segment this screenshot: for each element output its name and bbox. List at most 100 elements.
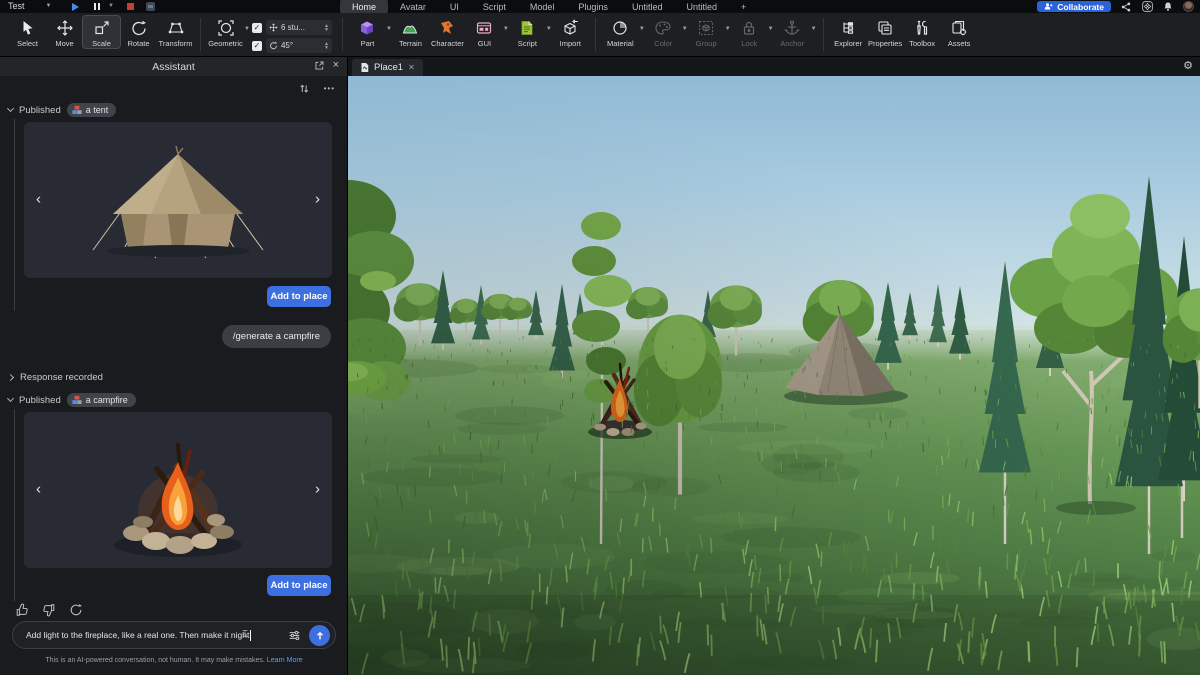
scale-tool-button[interactable]: Scale xyxy=(83,16,120,48)
place-tab[interactable]: Place1 ✕ xyxy=(352,59,423,76)
rotate-tool-button[interactable]: Rotate xyxy=(120,16,157,48)
snap-rotate-field[interactable]: 45° ▲▼ xyxy=(266,38,332,53)
user-message-bubble: /generate a campfire xyxy=(222,325,331,348)
menu-tab-script[interactable]: Script xyxy=(471,0,518,13)
lock-button: Lock xyxy=(731,16,768,48)
select-tool-button[interactable]: Select xyxy=(9,16,46,48)
more-options-icon[interactable]: ••• xyxy=(324,84,335,93)
import-button[interactable]: Import xyxy=(552,16,589,48)
template-gallery-icon[interactable] xyxy=(1141,1,1153,13)
thumbs-down-icon[interactable] xyxy=(42,603,56,617)
terrain-button[interactable]: Terrain xyxy=(392,16,429,48)
user-avatar[interactable] xyxy=(1183,1,1194,12)
snap-move-stepper[interactable]: ▲▼ xyxy=(324,24,329,32)
published-label: Published xyxy=(19,395,61,406)
assistant-title: Assistant xyxy=(152,61,195,73)
menu-tab-untitled-2[interactable]: Untitled xyxy=(674,0,729,13)
share-icon[interactable] xyxy=(1120,1,1132,13)
published-row-campfire[interactable]: Published a campfire xyxy=(8,393,136,407)
snap-move-field[interactable]: 6 stu... ▲▼ xyxy=(266,20,332,35)
ibeam-mouse-pointer: ⌶ xyxy=(242,629,248,640)
text-cursor xyxy=(250,630,251,641)
group-icon xyxy=(697,18,715,38)
properties-button[interactable]: Properties xyxy=(867,16,904,48)
pause-dropdown-icon[interactable]: ▼ xyxy=(108,3,114,9)
viewport-tab-bar: Place1 ✕ ⚙ xyxy=(348,57,1200,76)
gui-button[interactable]: GUI xyxy=(466,16,503,48)
add-to-place-button-campfire[interactable]: Add to place xyxy=(267,575,331,596)
toolbox-button[interactable]: Toolbox xyxy=(904,16,941,48)
anchor-icon xyxy=(783,18,801,38)
move-tool-button[interactable]: Move xyxy=(46,16,83,48)
viewport-settings-gear-icon[interactable]: ⚙ xyxy=(1183,59,1193,74)
thread-guide-line xyxy=(14,119,15,311)
popout-panel-icon[interactable] xyxy=(314,60,325,71)
campfire-preview-card: ‹ › xyxy=(24,412,332,568)
input-text: Add light to the fireplace, like a real … xyxy=(26,630,249,640)
close-icon[interactable]: × xyxy=(333,60,339,71)
notifications-bell-icon[interactable] xyxy=(1162,1,1174,13)
place-tab-label: Place1 xyxy=(374,62,403,73)
pause-button[interactable] xyxy=(94,3,100,10)
learn-more-link[interactable]: Learn More xyxy=(267,657,303,664)
transform-tool-button[interactable]: Transform xyxy=(157,16,194,48)
thumbs-up-icon[interactable] xyxy=(15,603,29,617)
menu-tabs: Home Avatar UI Script Model Plugins Unti… xyxy=(340,0,758,13)
carousel-next-button[interactable]: › xyxy=(315,191,320,208)
toolbar-ribbon: Select Move Scale Rotate Transform Geome… xyxy=(0,13,1200,57)
menu-tab-ui[interactable]: UI xyxy=(438,0,471,13)
group-dropdown-icon: ▼ xyxy=(725,16,731,32)
response-recorded-row[interactable]: Response recorded xyxy=(8,372,103,383)
rotate-icon xyxy=(130,18,148,38)
menu-tab-model[interactable]: Model xyxy=(518,0,567,13)
play-button[interactable] xyxy=(72,3,79,11)
toolbox-tools-icon xyxy=(913,18,931,38)
part-cube-icon xyxy=(358,18,376,38)
add-to-place-button-tent[interactable]: Add to place xyxy=(267,286,331,307)
carousel-next-button[interactable]: › xyxy=(315,481,320,498)
snap-move-checkbox[interactable]: ✓ xyxy=(252,23,262,33)
menu-tab-plugins[interactable]: Plugins xyxy=(566,0,620,13)
snap-rotate-checkbox[interactable]: ✓ xyxy=(252,41,262,51)
asset-chip-tent[interactable]: a tent xyxy=(67,103,117,117)
menu-tab-home[interactable]: Home xyxy=(340,0,388,13)
assets-button[interactable]: Assets xyxy=(941,16,978,48)
script-file-icon xyxy=(518,18,536,38)
material-dropdown-icon[interactable]: ▼ xyxy=(639,16,645,32)
script-dropdown-icon[interactable]: ▼ xyxy=(546,16,552,32)
collaborate-button[interactable]: Collaborate xyxy=(1037,1,1111,12)
menu-tab-add[interactable]: + xyxy=(729,0,758,13)
snap-rotate-stepper[interactable]: ▲▼ xyxy=(324,42,329,50)
close-tab-icon[interactable]: ✕ xyxy=(408,63,415,72)
tent-preview-image xyxy=(73,142,283,262)
history-sort-icon[interactable] xyxy=(298,82,310,95)
part-button[interactable]: Part xyxy=(349,16,386,48)
test-mode-dropdown[interactable]: Test ▼ xyxy=(8,1,51,11)
explorer-button[interactable]: Explorer xyxy=(830,16,867,48)
tent-preview-card: ‹ › xyxy=(24,122,332,278)
tune-sliders-icon[interactable] xyxy=(288,629,301,642)
stop-button[interactable] xyxy=(127,3,134,10)
gui-dropdown-icon[interactable]: ▼ xyxy=(503,16,509,32)
menu-tab-untitled-1[interactable]: Untitled xyxy=(620,0,675,13)
material-button[interactable]: Material xyxy=(602,16,639,48)
menu-tab-avatar[interactable]: Avatar xyxy=(388,0,438,13)
test-mode-label: Test xyxy=(8,1,25,11)
assistant-panel: Assistant × ••• Published a tent ‹ › xyxy=(0,57,348,675)
carousel-prev-button[interactable]: ‹ xyxy=(36,481,41,498)
asset-chip-campfire[interactable]: a campfire xyxy=(67,393,136,407)
import-icon xyxy=(561,18,579,38)
character-button[interactable]: Character xyxy=(429,16,466,48)
explorer-tree-icon xyxy=(839,18,857,38)
regenerate-icon[interactable] xyxy=(69,603,83,617)
chevron-down-icon: ▼ xyxy=(46,3,52,9)
person-plus-icon xyxy=(1044,2,1053,11)
script-button[interactable]: Script xyxy=(509,16,546,48)
3d-scene[interactable] xyxy=(348,76,1200,675)
group-button: Group xyxy=(688,16,725,48)
geometric-mode-button[interactable]: Geometric xyxy=(207,16,244,48)
assistant-input[interactable]: Add light to the fireplace, like a real … xyxy=(12,621,336,649)
send-button[interactable] xyxy=(309,625,330,646)
carousel-prev-button[interactable]: ‹ xyxy=(36,191,41,208)
published-row-tent[interactable]: Published a tent xyxy=(8,103,116,117)
